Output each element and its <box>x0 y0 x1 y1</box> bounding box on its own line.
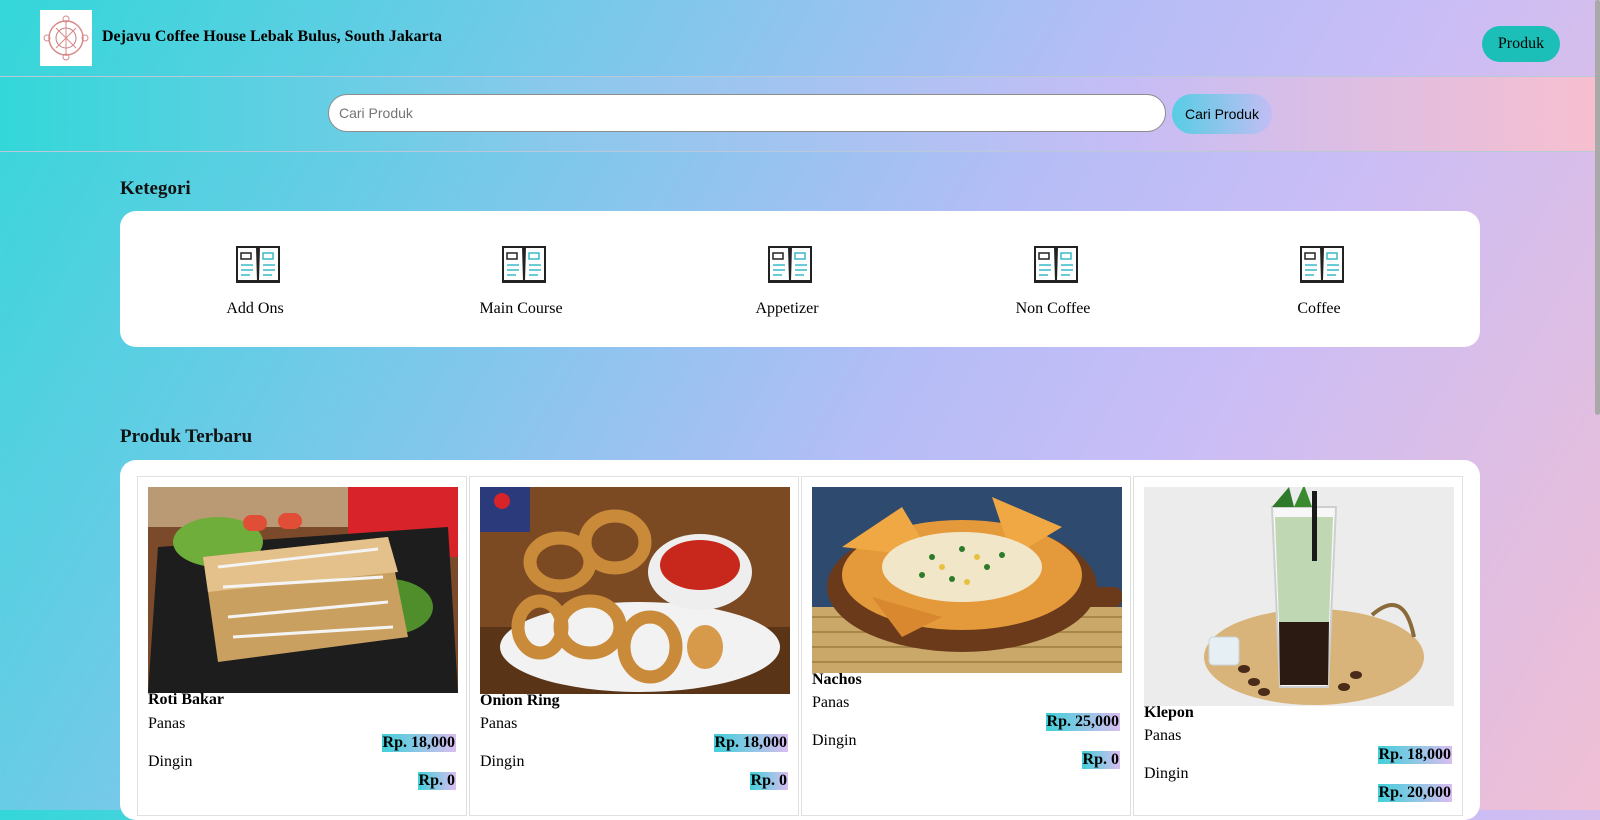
price-cold: Rp. 0 <box>417 772 456 790</box>
products-section-title: Produk Terbaru <box>120 426 253 447</box>
menu-book-icon <box>236 246 280 283</box>
produk-nav-button[interactable]: Produk <box>1482 26 1560 62</box>
search-input[interactable]: Cari Produk <box>328 94 1166 132</box>
category-label: Coffee <box>1297 300 1341 317</box>
price-hot: Rp. 18,000 <box>381 734 456 752</box>
category-label: Main Course <box>479 300 563 317</box>
page-scrollbar[interactable] <box>1595 0 1600 415</box>
product-image[interactable] <box>480 487 790 694</box>
variant-label-cold: Dingin <box>480 753 525 770</box>
variant-label-hot: Panas <box>148 715 186 732</box>
category-label: Add Ons <box>226 300 284 317</box>
menu-book-icon <box>1034 246 1078 283</box>
top-navbar: Dejavu Coffee House Lebak Bulus, South J… <box>0 0 1600 76</box>
product-name: Nachos <box>812 671 862 688</box>
variant-label-cold: Dingin <box>812 732 857 749</box>
product-card-roti-bakar[interactable]: Roti Bakar Panas Rp. 18,000 Dingin Rp. 0 <box>137 476 467 816</box>
category-section-title: Ketegori <box>120 178 191 199</box>
menu-book-icon <box>502 246 546 283</box>
variant-label-cold: Dingin <box>148 753 193 770</box>
price-hot: Rp. 18,000 <box>713 734 788 752</box>
products-panel: Roti Bakar Panas Rp. 18,000 Dingin Rp. 0 <box>120 460 1480 820</box>
category-item-coffee[interactable]: Coffee <box>1186 211 1452 347</box>
variant-label-hot: Panas <box>480 715 518 732</box>
product-card-nachos[interactable]: Nachos Panas Rp. 25,000 Dingin Rp. 0 <box>801 476 1131 816</box>
price-hot: Rp. 18,000 <box>1377 746 1452 764</box>
category-panel: Add Ons Main Course Appetizer Non Coffee… <box>120 211 1480 347</box>
product-name: Roti Bakar <box>148 691 224 708</box>
variant-label-hot: Panas <box>1144 727 1182 744</box>
product-name: Klepon <box>1144 704 1194 721</box>
category-item-appetizer[interactable]: Appetizer <box>654 211 920 347</box>
price-cold: Rp. 0 <box>1081 751 1120 769</box>
price-cold: Rp. 0 <box>749 772 788 790</box>
price-hot: Rp. 25,000 <box>1045 713 1120 731</box>
site-title[interactable]: Dejavu Coffee House Lebak Bulus, South J… <box>102 28 442 46</box>
search-button[interactable]: Cari Produk <box>1172 94 1272 134</box>
category-label: Appetizer <box>755 300 819 317</box>
product-card-klepon[interactable]: Klepon Panas Rp. 18,000 Dingin Rp. 20,00… <box>1133 476 1463 816</box>
category-item-main-course[interactable]: Main Course <box>388 211 654 347</box>
search-section: Cari Produk Cari Produk <box>0 76 1598 152</box>
product-image[interactable] <box>148 487 458 693</box>
product-image[interactable] <box>812 487 1122 673</box>
product-name: Onion Ring <box>480 692 560 709</box>
product-image[interactable] <box>1144 487 1454 706</box>
price-cold: Rp. 20,000 <box>1377 784 1452 802</box>
product-card-onion-ring[interactable]: Onion Ring Panas Rp. 18,000 Dingin Rp. 0 <box>469 476 799 816</box>
variant-label-cold: Dingin <box>1144 765 1189 782</box>
menu-book-icon <box>768 246 812 283</box>
variant-label-hot: Panas <box>812 694 850 711</box>
logo-icon[interactable] <box>40 10 92 66</box>
menu-book-icon <box>1300 246 1344 283</box>
category-label: Non Coffee <box>1015 300 1091 317</box>
category-item-add-ons[interactable]: Add Ons <box>122 211 388 347</box>
category-item-non-coffee[interactable]: Non Coffee <box>920 211 1186 347</box>
